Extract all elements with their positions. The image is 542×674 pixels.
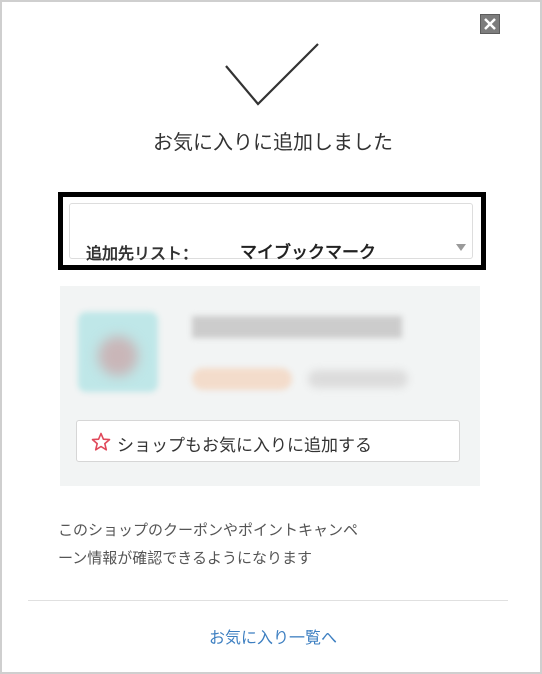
star-icon	[91, 432, 111, 451]
divider	[28, 600, 508, 601]
chevron-down-icon	[456, 244, 466, 251]
favorites-list-link[interactable]: お気に入り一覧へ	[2, 624, 542, 648]
shop-meta-placeholder	[308, 370, 408, 388]
list-select[interactable]: 追加先リスト： マイブックマーク	[58, 192, 486, 270]
shop-badge-placeholder	[192, 368, 292, 390]
close-icon	[484, 18, 496, 30]
favorite-added-dialog: お気に入りに追加しました 追加先リスト： マイブックマーク ショップもお気に入り…	[0, 0, 542, 674]
list-select-value: マイブックマーク	[240, 243, 376, 263]
info-line-2: ーン情報が確認できるようになります	[58, 549, 312, 567]
add-shop-favorite-label: ショップもお気に入りに追加する	[117, 436, 372, 456]
info-text: このショップのクーポンやポイントキャンペ ーン情報が確認できるようになります	[58, 516, 478, 572]
dialog-title: お気に入りに追加しました	[153, 130, 393, 154]
list-select-label: 追加先リスト：	[86, 244, 199, 263]
add-shop-favorite-button[interactable]: ショップもお気に入りに追加する	[76, 420, 460, 462]
info-line-1: このショップのクーポンやポイントキャンペ	[58, 521, 359, 539]
shop-thumbnail-image	[98, 336, 138, 376]
close-button[interactable]	[480, 14, 500, 34]
shop-card: ショップもお気に入りに追加する	[60, 286, 480, 486]
checkmark-icon	[225, 43, 319, 106]
shop-name-placeholder	[192, 316, 402, 338]
list-select-field[interactable]: 追加先リスト： マイブックマーク	[69, 203, 473, 263]
